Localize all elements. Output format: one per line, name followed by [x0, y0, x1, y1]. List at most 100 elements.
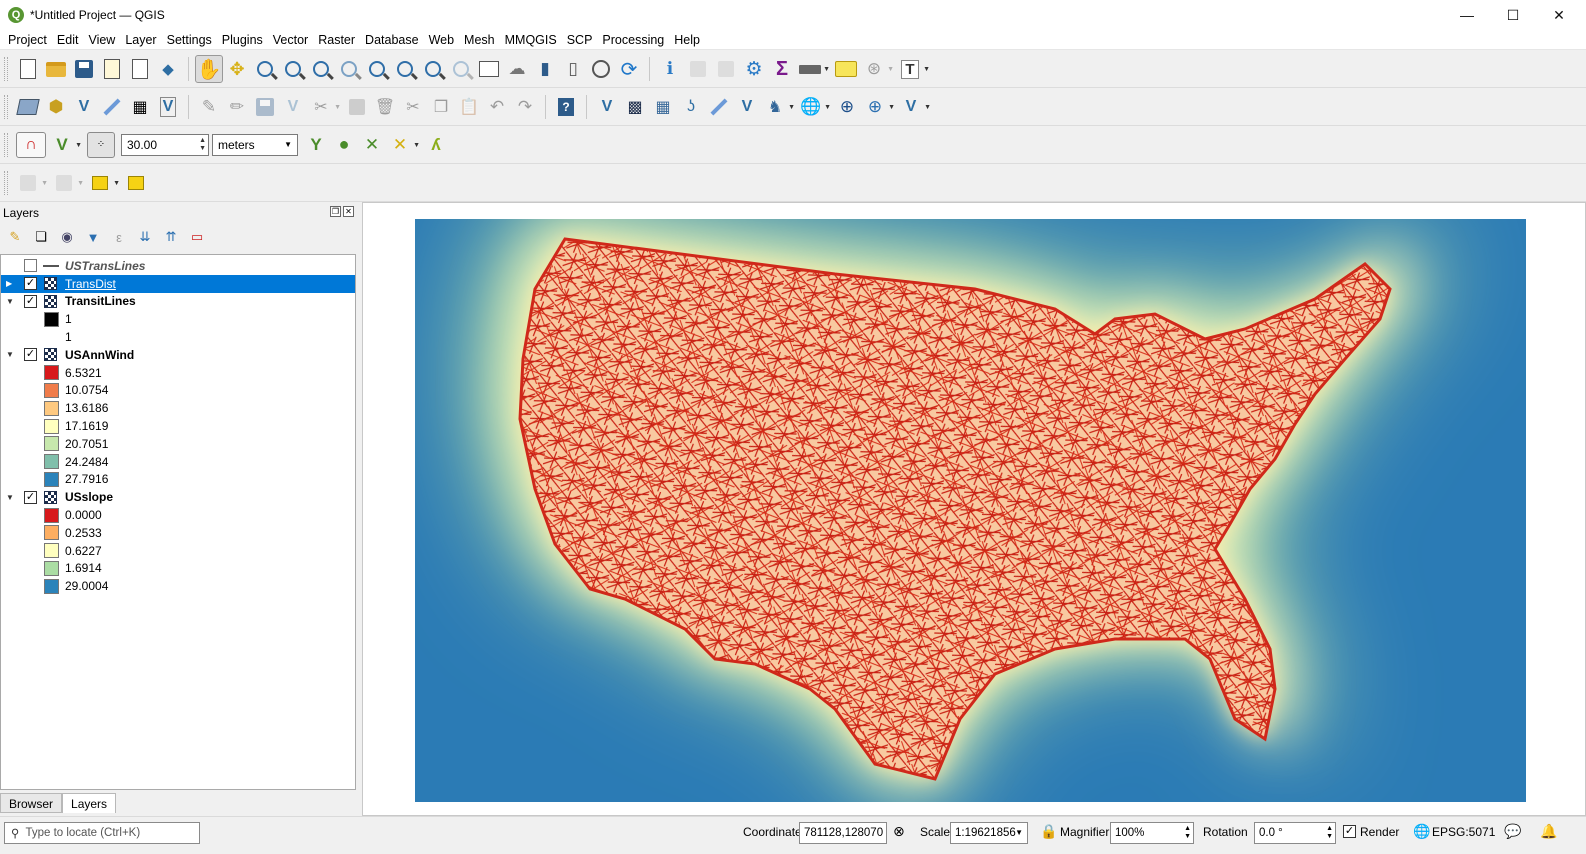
- expand-all-button[interactable]: ⇊: [134, 226, 156, 248]
- new-map-view-button[interactable]: [475, 55, 503, 83]
- statistical-summary-button[interactable]: Σ: [768, 55, 796, 83]
- zoom-to-selection-button[interactable]: [335, 55, 363, 83]
- layer-visibility-checkbox[interactable]: ✓: [24, 348, 37, 362]
- select-features-button[interactable]: ▼: [14, 169, 48, 197]
- vertex-tool-button[interactable]: ✂ ▼: [307, 93, 341, 121]
- spin-arrows-icon[interactable]: ▲ ▼: [1326, 825, 1333, 841]
- map-canvas[interactable]: [362, 202, 1586, 816]
- add-delimited-text-button[interactable]: [98, 93, 126, 121]
- spin-arrows-icon[interactable]: ▲ ▼: [1184, 825, 1191, 841]
- select-by-location-button[interactable]: [122, 169, 150, 197]
- self-snapping-button[interactable]: ✕ ▼: [386, 131, 420, 159]
- gps-track-button[interactable]: ʖ: [677, 93, 705, 121]
- snapping-units-select[interactable]: meters ▼: [212, 133, 298, 156]
- style-manager-button[interactable]: ◆: [154, 55, 182, 83]
- toggle-editing-button[interactable]: ✏: [223, 93, 251, 121]
- menu-web[interactable]: Web: [424, 30, 459, 50]
- menu-layer[interactable]: Layer: [120, 30, 161, 50]
- collapse-arrow-icon[interactable]: ▼: [6, 493, 14, 502]
- pan-map-button[interactable]: ✋: [195, 55, 223, 83]
- enable-snapping-button[interactable]: ∩: [14, 131, 48, 159]
- zoom-to-layer-button[interactable]: [363, 55, 391, 83]
- locate-button[interactable]: ⊛ ▼: [860, 55, 894, 83]
- menu-project[interactable]: Project: [3, 30, 52, 50]
- digitize-feature-button[interactable]: V: [279, 93, 307, 121]
- new-bookmark-button[interactable]: ▮: [531, 55, 559, 83]
- vector-plugin-1-button[interactable]: V: [593, 93, 621, 121]
- cut-features-button[interactable]: ✂: [399, 93, 427, 121]
- menu-database[interactable]: Database: [360, 30, 424, 50]
- collapse-arrow-icon[interactable]: ▼: [6, 350, 14, 359]
- crs-globe-icon[interactable]: 🌐: [1413, 823, 1430, 840]
- wfs-layer-button[interactable]: ⊕: [833, 93, 861, 121]
- postgis-layer-button[interactable]: ♞ ▼: [761, 93, 795, 121]
- toolbar-grip[interactable]: [4, 170, 8, 195]
- menu-view[interactable]: View: [83, 30, 120, 50]
- new-geopackage-layer-button[interactable]: ⬢: [42, 93, 70, 121]
- delimited-text-plugin-button[interactable]: [705, 93, 733, 121]
- layer-row-ustranslines[interactable]: USTransLines: [1, 257, 355, 275]
- layer-visibility-checkbox[interactable]: [24, 259, 37, 273]
- modify-attributes-button[interactable]: [343, 93, 371, 121]
- new-print-layout-button[interactable]: [98, 55, 126, 83]
- save-project-button[interactable]: [70, 55, 98, 83]
- layer-row-transdist[interactable]: ▶ ✓ TransDist: [1, 274, 355, 293]
- collapse-all-button[interactable]: ⇈: [160, 226, 182, 248]
- open-attribute-table-button[interactable]: [684, 55, 712, 83]
- minimize-button[interactable]: —: [1444, 0, 1490, 30]
- layer-row-usannwind[interactable]: ▼ ✓ USAnnWind: [1, 346, 355, 364]
- menu-scp[interactable]: SCP: [562, 30, 598, 50]
- virtual-layer-plugin-button[interactable]: V: [733, 93, 761, 121]
- raster-plugin-2-button[interactable]: ▦: [649, 93, 677, 121]
- menu-processing[interactable]: Processing: [597, 30, 669, 50]
- help-button[interactable]: ?: [552, 93, 580, 121]
- new-project-button[interactable]: [14, 55, 42, 83]
- add-virtual-layer-button[interactable]: V: [154, 93, 182, 121]
- maximize-button[interactable]: ☐: [1490, 0, 1536, 30]
- snapping-tolerance-input[interactable]: 30.00 ▲ ▼: [121, 133, 209, 156]
- toolbar-grip[interactable]: [4, 132, 8, 157]
- map-raster[interactable]: [415, 219, 1526, 802]
- zoom-in-button[interactable]: [251, 55, 279, 83]
- menu-settings[interactable]: Settings: [162, 30, 217, 50]
- tab-layers[interactable]: Layers: [62, 793, 117, 813]
- add-group-button[interactable]: ❏: [30, 226, 52, 248]
- magnifier-input[interactable]: 100% ▲ ▼: [1110, 822, 1194, 844]
- toolbar-grip[interactable]: [4, 57, 8, 81]
- close-button[interactable]: ✕: [1536, 0, 1582, 30]
- crs-label[interactable]: EPSG:5071: [1432, 825, 1495, 839]
- close-panel-icon[interactable]: ✕: [343, 206, 354, 217]
- wcs-layer-button[interactable]: ⊕ ▼: [861, 93, 895, 121]
- menu-edit[interactable]: Edit: [52, 30, 84, 50]
- expand-arrow-icon[interactable]: ▶: [6, 279, 12, 288]
- wms-layer-button[interactable]: 🌐 ▼: [797, 93, 831, 121]
- locator-search-input[interactable]: ⚲ Type to locate (Ctrl+K): [4, 822, 200, 844]
- copy-features-button[interactable]: ❐: [427, 93, 455, 121]
- render-checkbox[interactable]: ✓: [1343, 825, 1356, 838]
- text-annotation-button[interactable]: T ▼: [896, 55, 930, 83]
- zoom-next-button[interactable]: [447, 55, 475, 83]
- menu-vector[interactable]: Vector: [268, 30, 313, 50]
- new-vector-layer-button[interactable]: V ▼: [897, 93, 931, 121]
- map-tips-button[interactable]: [832, 55, 860, 83]
- processing-toolbox-button[interactable]: ⚙: [740, 55, 768, 83]
- open-project-button[interactable]: [42, 55, 70, 83]
- identify-features-button[interactable]: ℹ: [656, 55, 684, 83]
- lock-icon[interactable]: 🔒: [1040, 823, 1057, 840]
- float-panel-icon[interactable]: ❐: [330, 206, 341, 217]
- manage-map-themes-button[interactable]: ◉: [56, 226, 78, 248]
- filter-by-expression-button[interactable]: ε: [108, 226, 130, 248]
- open-layer-styling-button[interactable]: ✎: [4, 226, 26, 248]
- notifications-icon[interactable]: 🔔: [1540, 823, 1557, 840]
- snapping-layers-button[interactable]: V ▼: [48, 131, 82, 159]
- collapse-arrow-icon[interactable]: ▼: [6, 297, 14, 306]
- redo-button[interactable]: ↷: [511, 93, 539, 121]
- topological-editing-button[interactable]: Y: [302, 131, 330, 159]
- layer-row-transitlines[interactable]: ▼ ✓ TransitLines: [1, 293, 355, 311]
- snapping-type-button[interactable]: ⁘: [84, 131, 118, 159]
- pan-to-selection-button[interactable]: ✥: [223, 55, 251, 83]
- measure-line-button[interactable]: ▼: [796, 55, 830, 83]
- snapping-intersection-button[interactable]: ✕: [358, 131, 386, 159]
- filter-legend-button[interactable]: ▼: [82, 226, 104, 248]
- data-source-manager-button[interactable]: [14, 93, 42, 121]
